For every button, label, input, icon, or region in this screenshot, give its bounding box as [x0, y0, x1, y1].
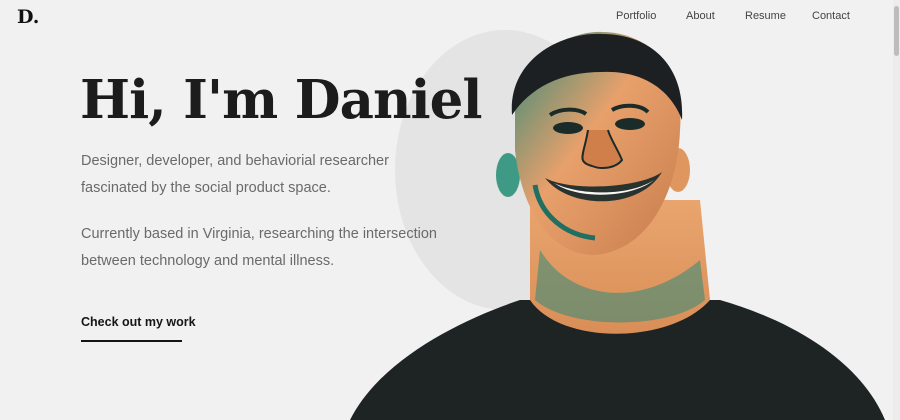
location-line-2: between technology and mental illness. [81, 253, 335, 269]
page-scrollbar[interactable] [893, 0, 900, 420]
intro-paragraph: Designer, developer, and behaviorial res… [81, 148, 441, 202]
hero-headline: Hi, I'm Daniel [80, 69, 482, 131]
scrollbar-thumb[interactable] [894, 6, 899, 56]
check-out-work-link[interactable]: Check out my work [81, 315, 196, 329]
cta-underline [81, 340, 182, 342]
location-line-1: Currently based in Virginia, researching… [81, 226, 437, 242]
intro-line-2: fascinated by the social product space. [81, 180, 331, 196]
portrait-image [350, 30, 885, 420]
location-paragraph: Currently based in Virginia, researching… [81, 221, 441, 275]
intro-line-1: Designer, developer, and behaviorial res… [81, 153, 389, 169]
